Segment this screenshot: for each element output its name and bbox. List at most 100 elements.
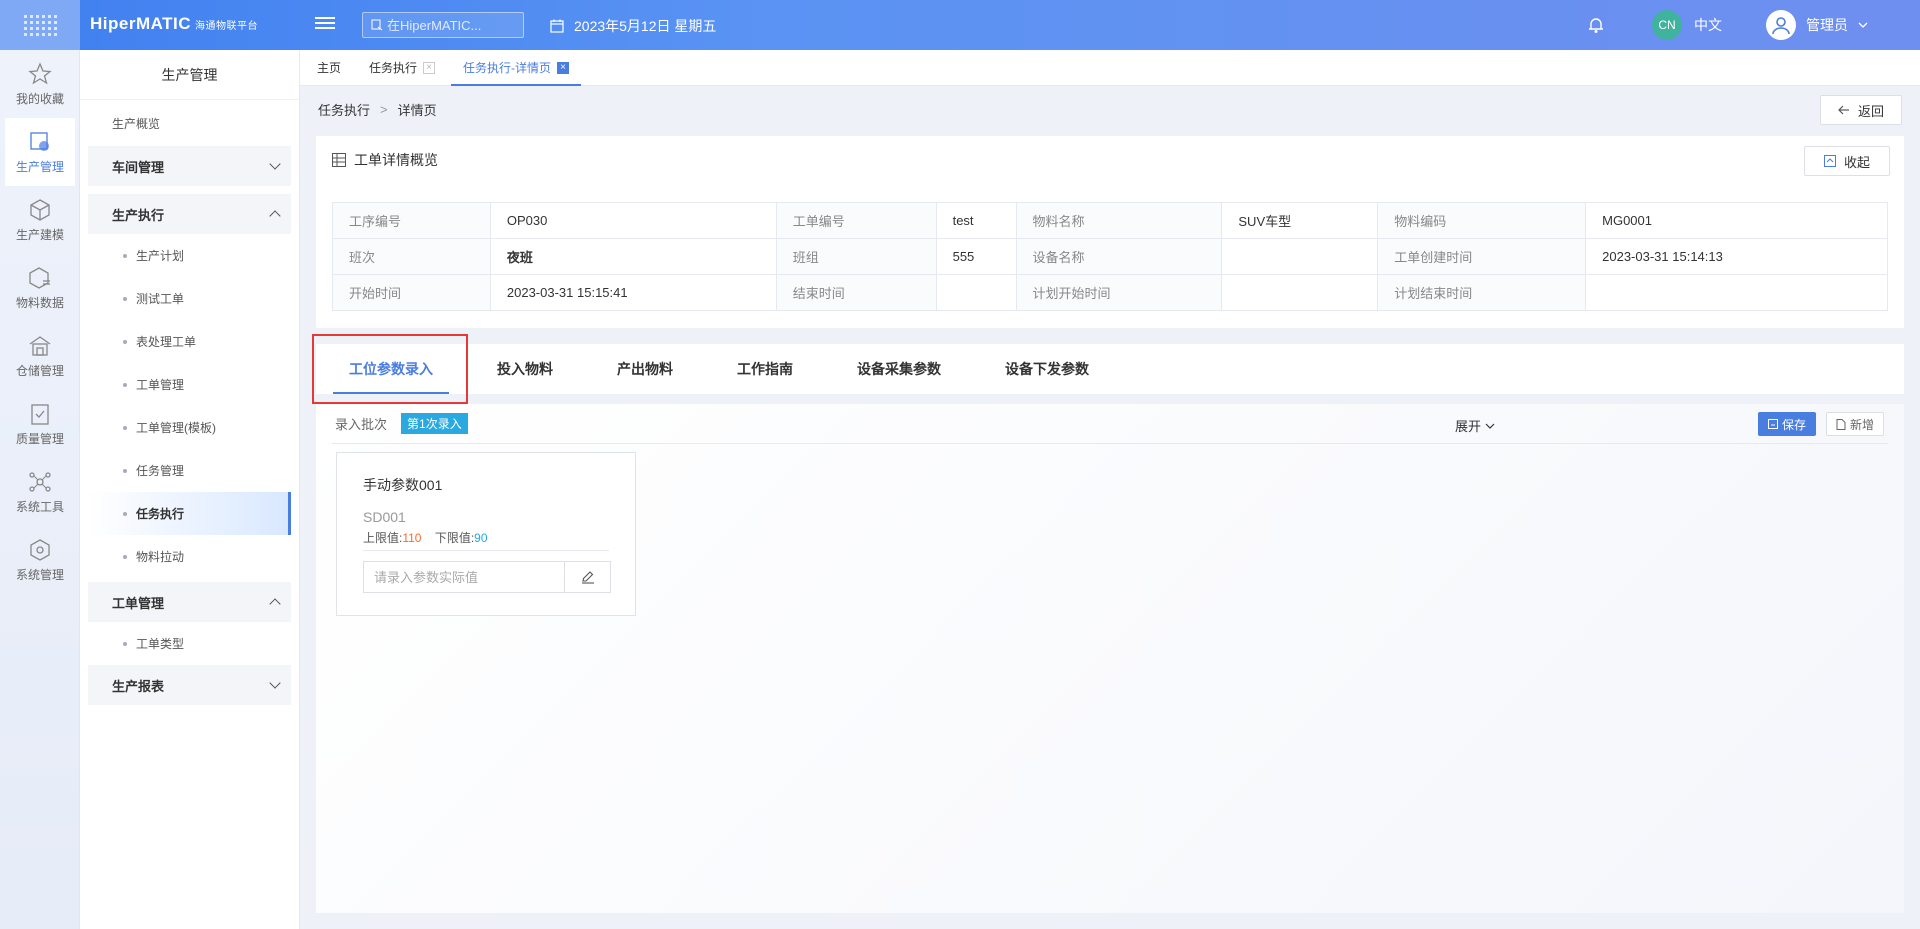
field-value: 2023-03-31 15:14:13 [1585, 238, 1888, 275]
grid-icon [23, 14, 57, 36]
table-row: 班次 夜班 班组 555 设备名称 工单创建时间 2023-03-31 15:14:1… [332, 238, 1888, 275]
field-label: 设备名称 [1015, 238, 1223, 275]
nav-quality[interactable]: 质量管理 [0, 390, 80, 458]
nav-production[interactable]: 生产管理 [5, 118, 75, 186]
notification-bell-icon[interactable] [1588, 16, 1604, 37]
tab-task-execution[interactable]: 任务执行 × [369, 50, 436, 86]
menu-item-plan[interactable]: 生产计划 [80, 234, 299, 277]
expand-toggle[interactable]: 展开 [1455, 416, 1495, 435]
param-code: SD001 [363, 509, 406, 525]
field-value: 2023-03-31 15:15:41 [489, 274, 777, 311]
user-menu[interactable]: 管理员 [1766, 10, 1868, 40]
arrow-left-icon [1838, 105, 1849, 115]
field-label: 工序编号 [332, 202, 491, 239]
module-nav: 我的收藏 生产管理 生产建模 物料数据 仓储管理 质量管理 系统工具 系统管理 [0, 50, 80, 929]
nav-modeling[interactable]: 生产建模 [0, 186, 80, 254]
field-value: SUV车型 [1221, 202, 1379, 239]
edit-button[interactable] [564, 562, 610, 592]
production-icon [30, 131, 49, 151]
save-icon [1767, 419, 1778, 429]
tab-device-collect-params[interactable]: 设备采集参数 [857, 344, 941, 394]
tab-task-detail[interactable]: 任务执行-详情页 × [451, 50, 582, 86]
breadcrumb-separator: > [380, 102, 388, 117]
menu-item-test-order[interactable]: 测试工单 [80, 277, 299, 320]
menu-item-task-execution[interactable]: 任务执行 [88, 492, 291, 535]
save-button[interactable]: 保存 [1758, 412, 1816, 436]
menu-group-execution[interactable]: 生产执行 [88, 194, 291, 234]
collapse-button[interactable]: 收起 [1804, 146, 1890, 176]
highlight-annotation [312, 334, 468, 404]
close-icon[interactable]: × [557, 61, 570, 74]
cube-icon [30, 198, 50, 221]
nav-warehouse[interactable]: 仓储管理 [0, 322, 80, 390]
language-switch[interactable]: CN 中文 [1652, 10, 1722, 40]
sub-menu-title: 生产管理 [80, 50, 299, 100]
language-badge: CN [1652, 10, 1682, 40]
field-value [1585, 274, 1888, 311]
menu-item-order-template[interactable]: 工单管理(模板) [80, 406, 299, 449]
tab-output-material[interactable]: 产出物料 [617, 344, 673, 394]
close-icon[interactable]: × [423, 61, 436, 74]
tools-icon [29, 471, 51, 492]
field-value: OP030 [489, 202, 777, 239]
calendar-icon [550, 19, 564, 33]
tab-device-issue-params[interactable]: 设备下发参数 [1005, 344, 1089, 394]
param-name: 手动参数001 [363, 477, 443, 493]
app-logo: HiperMATIC 海通物联平台 [90, 14, 259, 33]
menu-group-orders[interactable]: 工单管理 [88, 582, 291, 622]
top-bar: HiperMATIC海通物联平台 2023年5月12日 星期五 CN 中文 管理… [0, 0, 1920, 50]
back-button[interactable]: 返回 [1820, 95, 1902, 125]
param-limits: 上限值:110 下限值:90 [363, 529, 609, 551]
field-label: 工单创建时间 [1377, 238, 1587, 275]
nav-favorites[interactable]: 我的收藏 [0, 50, 80, 118]
field-label: 计划结束时间 [1377, 274, 1587, 311]
menu-group-reports[interactable]: 生产报表 [88, 665, 291, 705]
field-value [1221, 274, 1379, 311]
nav-tools[interactable]: 系统工具 [0, 458, 80, 526]
menu-group-workshop[interactable]: 车间管理 [88, 146, 291, 186]
overview-table: 工序编号 OP030 工单编号 test 物料名称 SUV车型 物料编码 MG0001 … [332, 202, 1888, 311]
nav-material[interactable]: 物料数据 [0, 254, 80, 322]
tab-input-material[interactable]: 投入物料 [497, 344, 553, 394]
search-input[interactable] [387, 17, 507, 33]
batch-label: 录入批次 [335, 417, 388, 432]
breadcrumb-parent[interactable]: 任务执行 [318, 100, 370, 119]
tab-home[interactable]: 主页 [317, 50, 341, 86]
table-row: 工序编号 OP030 工单编号 test 物料名称 SUV车型 物料编码 MG0001 [332, 202, 1888, 239]
table-icon [332, 153, 346, 167]
user-name: 管理员 [1806, 17, 1848, 33]
menu-toggle-icon[interactable] [315, 14, 335, 34]
menu-item-overview[interactable]: 生产概览 [80, 100, 299, 146]
search-box[interactable] [362, 12, 524, 38]
menu-item-material-pull[interactable]: 物料拉动 [80, 535, 299, 578]
warehouse-icon [29, 335, 51, 356]
overview-header: 工单详情概览 [316, 136, 1904, 184]
app-grid-button[interactable] [0, 0, 80, 50]
add-button[interactable]: 新增 [1826, 412, 1884, 436]
field-value: test [935, 202, 1017, 239]
date-display: 2023年5月12日 星期五 [550, 16, 716, 36]
menu-item-order-type[interactable]: 工单类型 [80, 622, 299, 665]
menu-item-surface-order[interactable]: 表处理工单 [80, 320, 299, 363]
language-label: 中文 [1694, 17, 1722, 33]
tab-work-guide[interactable]: 工作指南 [737, 344, 793, 394]
star-icon [28, 61, 52, 84]
order-overview-card: 工单详情概览 收起 工序编号 OP030 工单编号 test 物料名称 SUV车型 物… [316, 136, 1904, 328]
date-text: 2023年5月12日 星期五 [574, 18, 717, 34]
breadcrumb-current: 详情页 [397, 103, 437, 118]
lower-limit-value: 90 [474, 531, 488, 545]
detail-tabs: 工位参数录入 投入物料 产出物料 工作指南 设备采集参数 设备下发参数 [316, 344, 1904, 394]
chevron-down-icon [269, 677, 281, 689]
chevron-down-icon [1858, 22, 1868, 28]
batch-tag[interactable]: 第1次录入 [401, 413, 468, 434]
menu-item-task-management[interactable]: 任务管理 [80, 449, 299, 492]
field-label: 物料编码 [1377, 202, 1587, 239]
field-value [1221, 238, 1379, 275]
quality-icon [31, 403, 49, 425]
param-entry-panel: 录入批次 第1次录入 展开 保存 新增 手动参数001 SD001 上限值:11… [316, 404, 1904, 913]
param-value-input[interactable] [364, 562, 564, 592]
field-label: 计划开始时间 [1015, 274, 1223, 311]
field-label: 班组 [775, 238, 937, 275]
menu-item-order-management[interactable]: 工单管理 [80, 363, 299, 406]
nav-system[interactable]: 系统管理 [0, 526, 80, 594]
